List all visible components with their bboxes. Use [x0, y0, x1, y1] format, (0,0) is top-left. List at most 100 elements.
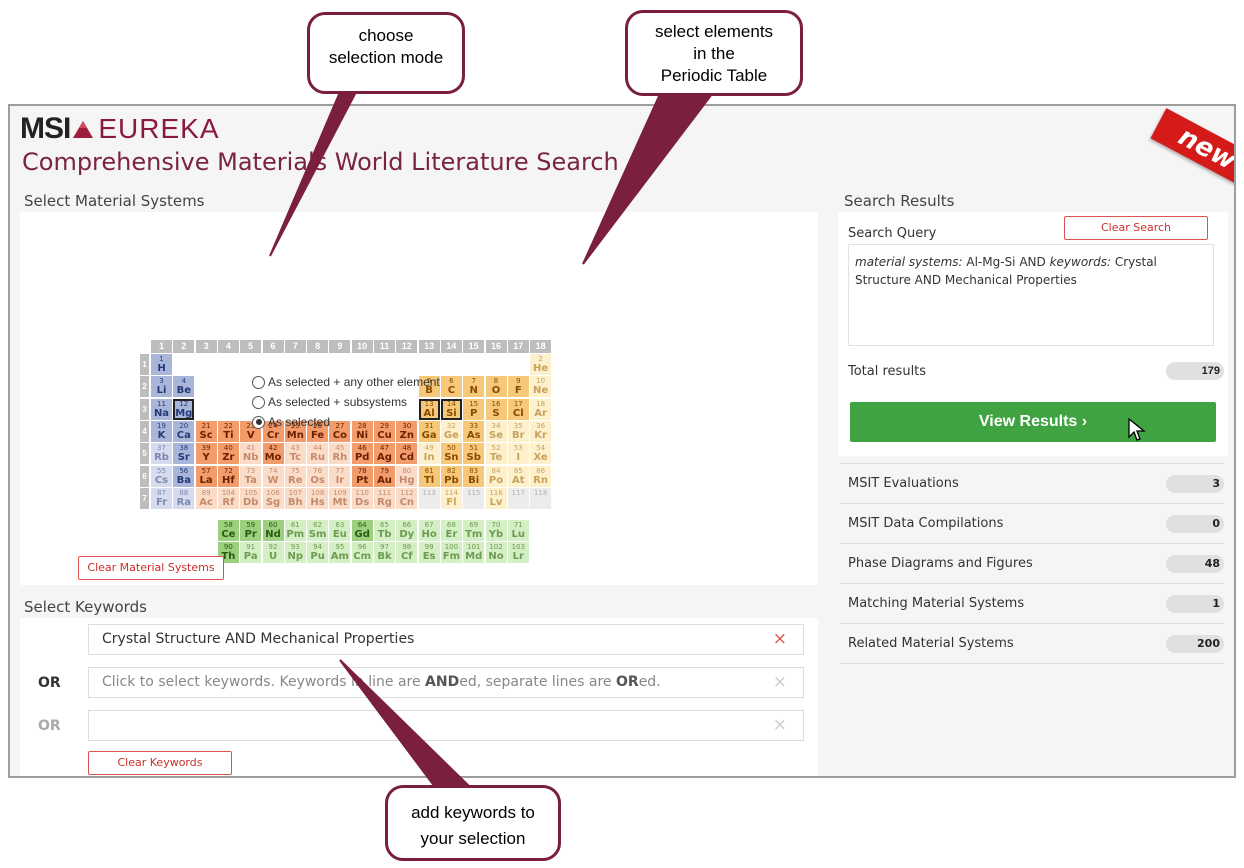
radio-selected-icon[interactable] [252, 415, 265, 429]
element-F[interactable]: 9F [507, 376, 529, 398]
element-Ag[interactable]: 47 Ag [374, 443, 395, 465]
element-La[interactable]: 57 La [195, 465, 217, 487]
element-Fl[interactable]: 114 Fl [440, 487, 462, 509]
element-Mo[interactable]: 42 Mo [262, 443, 284, 465]
element-Pr[interactable]: 59 Pr [240, 520, 262, 542]
element-117[interactable]: 117 [507, 487, 529, 509]
element-Sb[interactable]: 51 Sb [463, 443, 485, 465]
element-Ca[interactable]: 20 Ca [173, 420, 195, 442]
result-category-row[interactable]: Related Material Systems 200 [840, 623, 1224, 663]
element-No[interactable]: 102 No [485, 542, 507, 564]
element-Ra[interactable]: 88 Ra [173, 487, 195, 509]
element-Cn[interactable]: 112 Cn [396, 487, 418, 509]
element-Mg[interactable]: 12 Mg [173, 398, 195, 420]
element-Li[interactable]: 3 Li [151, 376, 172, 398]
element-Rh[interactable]: 45 Rh [329, 443, 351, 465]
element-118[interactable]: 118 [530, 487, 552, 509]
result-category-row[interactable]: Phase Diagrams and Figures 48 [840, 543, 1224, 583]
keyword-line-2[interactable]: Click to select keywords. Keywords in li… [88, 667, 804, 698]
element-Rf[interactable]: 104 Rf [217, 487, 239, 509]
clear-search-button[interactable]: Clear Search [1064, 216, 1208, 240]
element-Mt[interactable]: 109 Mt [329, 487, 351, 509]
element-Po[interactable]: 84 Po [485, 465, 507, 487]
element-115[interactable]: 115 [463, 487, 485, 509]
mode-any-other[interactable]: As selected + any other element [252, 372, 440, 392]
element-Hs[interactable]: 108 Hs [307, 487, 329, 509]
element-As[interactable]: 33 As [463, 420, 485, 442]
element-Rn[interactable]: 86 Rn [530, 465, 552, 487]
element-Pd[interactable]: 46 Pd [351, 443, 373, 465]
element-Bk[interactable]: 97 Bk [374, 542, 395, 564]
element-Si[interactable]: 14 Si [440, 398, 462, 420]
radio-icon[interactable] [252, 395, 265, 409]
mode-subsystems[interactable]: As selected + subsystems [252, 392, 440, 412]
element-Md[interactable]: 101 Md [463, 542, 485, 564]
element-Es[interactable]: 99 Es [418, 542, 440, 564]
element-Sg[interactable]: 106 Sg [262, 487, 284, 509]
element-Xe[interactable]: 54 Xe [530, 443, 552, 465]
remove-line-icon[interactable]: × [773, 711, 787, 740]
element-Ar[interactable]: 18 Ar [530, 398, 552, 420]
element-Yb[interactable]: 70 Yb [485, 520, 507, 542]
element-H[interactable]: 1H [151, 354, 172, 375]
element-Ti[interactable]: 22 Ti [217, 420, 239, 442]
element-Ds[interactable]: 110 Ds [351, 487, 373, 509]
element-Lu[interactable]: 71 Lu [507, 520, 529, 542]
element-Rg[interactable]: 111 Rg [374, 487, 395, 509]
element-Se[interactable]: 34 Se [485, 420, 507, 442]
element-He[interactable]: 2 He [530, 354, 552, 375]
element-Nd[interactable]: 60 Nd [262, 520, 284, 542]
element-Ac[interactable]: 89 Ac [195, 487, 217, 509]
element-Ge[interactable]: 32 Ge [440, 420, 462, 442]
element-Hf[interactable]: 72 Hf [217, 465, 239, 487]
element-Zr[interactable]: 40 Zr [217, 443, 239, 465]
element-Cl[interactable]: 17 Cl [507, 398, 529, 420]
element-Br[interactable]: 35 Br [507, 420, 529, 442]
clear-material-systems-button[interactable]: Clear Material Systems [78, 556, 224, 580]
element-Np[interactable]: 93 Np [284, 542, 306, 564]
element-Pb[interactable]: 82 Pb [440, 465, 462, 487]
element-Y[interactable]: 39 Y [195, 443, 217, 465]
element-Db[interactable]: 105 Db [240, 487, 262, 509]
element-Kr[interactable]: 36 Kr [530, 420, 552, 442]
element-Er[interactable]: 68 Er [440, 520, 462, 542]
element-Os[interactable]: 76 Os [307, 465, 329, 487]
element-Fr[interactable]: 87 Fr [151, 487, 172, 509]
element-At[interactable]: 85 At [507, 465, 529, 487]
element-Bi[interactable]: 83 Bi [463, 465, 485, 487]
element-Sr[interactable]: 38 Sr [173, 443, 195, 465]
element-Lv[interactable]: 116 Lv [485, 487, 507, 509]
element-Tm[interactable]: 69 Tm [463, 520, 485, 542]
element-Cs[interactable]: 55 Cs [151, 465, 172, 487]
element-Ho[interactable]: 67 Ho [418, 520, 440, 542]
element-Ne[interactable]: 10 Ne [530, 376, 552, 398]
element-C[interactable]: 6C [440, 376, 462, 398]
element-Ba[interactable]: 56 Ba [173, 465, 195, 487]
element-Te[interactable]: 52 Te [485, 443, 507, 465]
element-N[interactable]: 7N [463, 376, 485, 398]
element-S[interactable]: 16 S [485, 398, 507, 420]
element-Pu[interactable]: 94 Pu [307, 542, 329, 564]
element-Ce[interactable]: 58 Ce [217, 520, 239, 542]
element-O[interactable]: 8O [485, 376, 507, 398]
element-Lr[interactable]: 103 Lr [507, 542, 529, 564]
clear-keywords-button[interactable]: Clear Keywords [88, 751, 232, 775]
element-Re[interactable]: 75 Re [284, 465, 306, 487]
keyword-line-1[interactable]: Crystal Structure AND Mechanical Propert… [88, 624, 804, 655]
radio-icon[interactable] [252, 375, 265, 389]
element-In[interactable]: 49 In [418, 443, 440, 465]
element-Sn[interactable]: 50 Sn [440, 443, 462, 465]
element-Au[interactable]: 79 Au [374, 465, 395, 487]
element-Tl[interactable]: 81 Tl [418, 465, 440, 487]
element-Ir[interactable]: 77 Ir [329, 465, 351, 487]
element-Cm[interactable]: 96 Cm [351, 542, 373, 564]
element-Tc[interactable]: 43 Tc [284, 443, 306, 465]
element-Am[interactable]: 95 Am [329, 542, 351, 564]
element-Dy[interactable]: 66 Dy [396, 520, 418, 542]
result-category-row[interactable]: MSIT Data Compilations 0 [840, 503, 1224, 543]
element-Ru[interactable]: 44 Ru [307, 443, 329, 465]
element-U[interactable]: 92 U [262, 542, 284, 564]
element-Hg[interactable]: 80 Hg [396, 465, 418, 487]
element-113[interactable]: 113 [418, 487, 440, 509]
mode-as-selected[interactable]: As selected [252, 412, 440, 432]
